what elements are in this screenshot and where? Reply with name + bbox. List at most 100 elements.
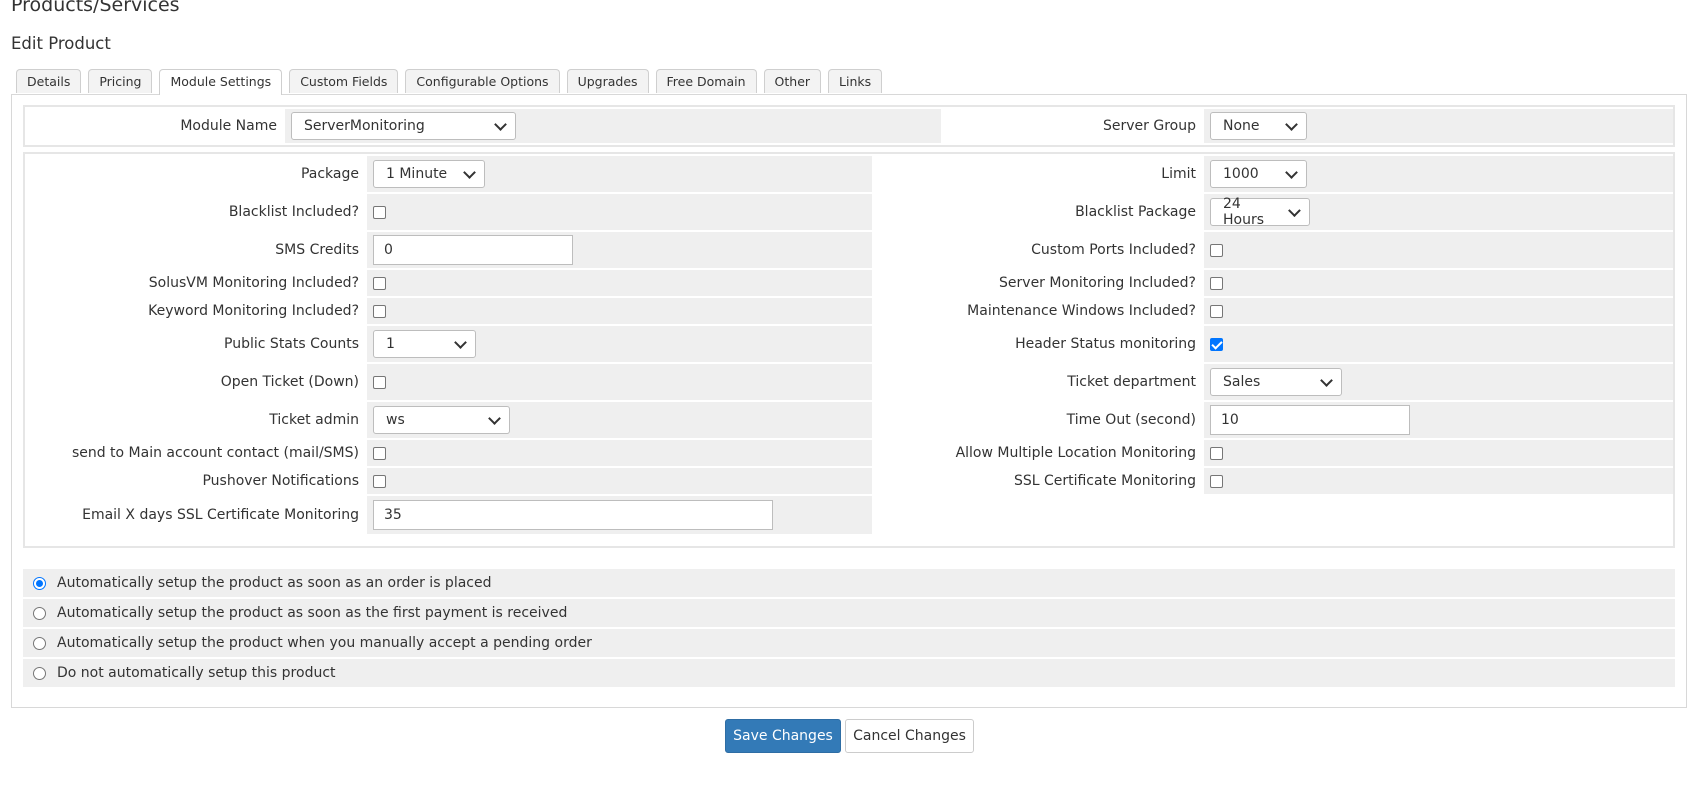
server-monitoring-checkbox[interactable] <box>1210 276 1223 290</box>
chevron-down-icon <box>1288 203 1301 217</box>
chevron-down-icon <box>463 165 476 179</box>
custom-ports-checkbox[interactable] <box>1210 243 1223 257</box>
public-stats-cell: 1 <box>367 326 872 362</box>
blacklist-package-label: Blacklist Package <box>872 194 1204 230</box>
blacklist-included-cell <box>367 194 872 230</box>
send-main-cell <box>367 440 872 466</box>
sms-credits-label: SMS Credits <box>25 232 367 268</box>
autosetup-option-order[interactable]: Automatically setup the product as soon … <box>23 569 1675 597</box>
maintenance-checkbox[interactable] <box>1210 304 1223 318</box>
tab-custom-fields[interactable]: Custom Fields <box>289 69 399 93</box>
keyword-cell <box>367 298 872 324</box>
cancel-changes-button[interactable]: Cancel Changes <box>845 719 974 753</box>
tab-module-settings[interactable]: Module Settings <box>159 69 283 95</box>
autosetup-label-payment: Automatically setup the product as soon … <box>57 605 568 621</box>
custom-ports-label: Custom Ports Included? <box>872 232 1204 268</box>
keyword-label: Keyword Monitoring Included? <box>25 298 367 324</box>
module-box: Module Name ServerMonitoring Server Grou… <box>23 105 1675 147</box>
solusvm-checkbox[interactable] <box>373 276 386 290</box>
timeout-cell: 10 <box>1204 402 1673 438</box>
header-status-checkbox[interactable] <box>1210 337 1223 351</box>
ticket-department-label: Ticket department <box>872 364 1204 400</box>
sms-credits-input[interactable]: 0 <box>373 235 573 265</box>
module-settings-panel: Module Name ServerMonitoring Server Grou… <box>11 94 1687 708</box>
open-ticket-label: Open Ticket (Down) <box>25 364 367 400</box>
header-status-cell <box>1204 326 1673 362</box>
tab-links[interactable]: Links <box>828 69 883 93</box>
solusvm-label: SolusVM Monitoring Included? <box>25 270 367 296</box>
solusvm-cell <box>367 270 872 296</box>
multi-location-cell <box>1204 440 1673 466</box>
tab-bar: Details Pricing Module Settings Custom F… <box>16 69 889 95</box>
blacklist-package-select[interactable]: 24 Hours <box>1210 196 1310 228</box>
blacklist-package-cell: 24 Hours <box>1204 194 1673 230</box>
chevron-down-icon <box>1320 373 1333 387</box>
autosetup-label-manual: Automatically setup the product when you… <box>57 635 592 651</box>
autosetup-radio-order[interactable] <box>33 576 46 590</box>
ticket-department-select[interactable]: Sales <box>1210 368 1342 396</box>
autosetup-option-none[interactable]: Do not automatically setup this product <box>23 659 1675 687</box>
tab-free-domain[interactable]: Free Domain <box>655 69 757 93</box>
limit-select[interactable]: 1000 <box>1210 160 1307 188</box>
sms-credits-cell: 0 <box>367 232 872 268</box>
limit-label: Limit <box>872 156 1204 192</box>
chevron-down-icon <box>494 117 507 131</box>
server-group-select[interactable]: None <box>1210 112 1307 140</box>
maintenance-cell <box>1204 298 1673 324</box>
chevron-down-icon <box>1285 165 1298 179</box>
multi-location-checkbox[interactable] <box>1210 446 1223 460</box>
custom-ports-cell <box>1204 232 1673 268</box>
ssl-cert-cell <box>1204 468 1673 494</box>
chevron-down-icon <box>488 411 501 425</box>
tab-upgrades[interactable]: Upgrades <box>566 69 649 93</box>
header-status-label: Header Status monitoring <box>872 326 1204 362</box>
ticket-admin-label: Ticket admin <box>25 402 367 438</box>
email-ssl-cell: 35 <box>367 496 872 534</box>
page-subtitle: Edit Product <box>11 34 111 53</box>
ticket-admin-select[interactable]: ws <box>373 406 510 434</box>
email-ssl-label: Email X days SSL Certificate Monitoring <box>25 496 367 534</box>
send-main-checkbox[interactable] <box>373 446 386 460</box>
autosetup-radio-none[interactable] <box>33 666 46 680</box>
pushover-label: Pushover Notifications <box>25 468 367 494</box>
public-stats-label: Public Stats Counts <box>25 326 367 362</box>
settings-box: Package 1 Minute Limit 1000 Blacklist In… <box>23 152 1675 548</box>
package-cell: 1 Minute <box>367 156 872 192</box>
package-select[interactable]: 1 Minute <box>373 160 485 188</box>
server-monitoring-cell <box>1204 270 1673 296</box>
blacklist-included-checkbox[interactable] <box>373 205 386 219</box>
ssl-cert-checkbox[interactable] <box>1210 474 1223 488</box>
tab-configurable-options[interactable]: Configurable Options <box>405 69 560 93</box>
open-ticket-cell <box>367 364 872 400</box>
chevron-down-icon <box>1285 117 1298 131</box>
page-title: Products/Services <box>11 0 180 16</box>
send-main-label: send to Main account contact (mail/SMS) <box>25 440 367 466</box>
autosetup-radio-payment[interactable] <box>33 606 46 620</box>
ssl-cert-label: SSL Certificate Monitoring <box>872 468 1204 494</box>
maintenance-label: Maintenance Windows Included? <box>872 298 1204 324</box>
autosetup-radio-manual[interactable] <box>33 636 46 650</box>
limit-cell: 1000 <box>1204 156 1673 192</box>
blacklist-included-label: Blacklist Included? <box>25 194 367 230</box>
server-group-label: Server Group <box>941 109 1204 143</box>
tab-details[interactable]: Details <box>16 69 82 93</box>
timeout-input[interactable]: 10 <box>1210 405 1410 435</box>
ticket-department-cell: Sales <box>1204 364 1673 400</box>
tab-pricing[interactable]: Pricing <box>88 69 153 93</box>
module-name-select[interactable]: ServerMonitoring <box>291 112 516 140</box>
ticket-admin-cell: ws <box>367 402 872 438</box>
open-ticket-checkbox[interactable] <box>373 375 386 389</box>
autosetup-option-manual[interactable]: Automatically setup the product when you… <box>23 629 1675 657</box>
module-name-cell: ServerMonitoring <box>285 109 941 143</box>
email-ssl-input[interactable]: 35 <box>373 500 773 530</box>
tab-other[interactable]: Other <box>763 69 822 93</box>
public-stats-select[interactable]: 1 <box>373 330 476 358</box>
pushover-cell <box>367 468 872 494</box>
multi-location-label: Allow Multiple Location Monitoring <box>872 440 1204 466</box>
autosetup-option-payment[interactable]: Automatically setup the product as soon … <box>23 599 1675 627</box>
save-changes-button[interactable]: Save Changes <box>725 719 841 753</box>
pushover-checkbox[interactable] <box>373 474 386 488</box>
chevron-down-icon <box>454 335 467 349</box>
keyword-checkbox[interactable] <box>373 304 386 318</box>
package-label: Package <box>25 156 367 192</box>
